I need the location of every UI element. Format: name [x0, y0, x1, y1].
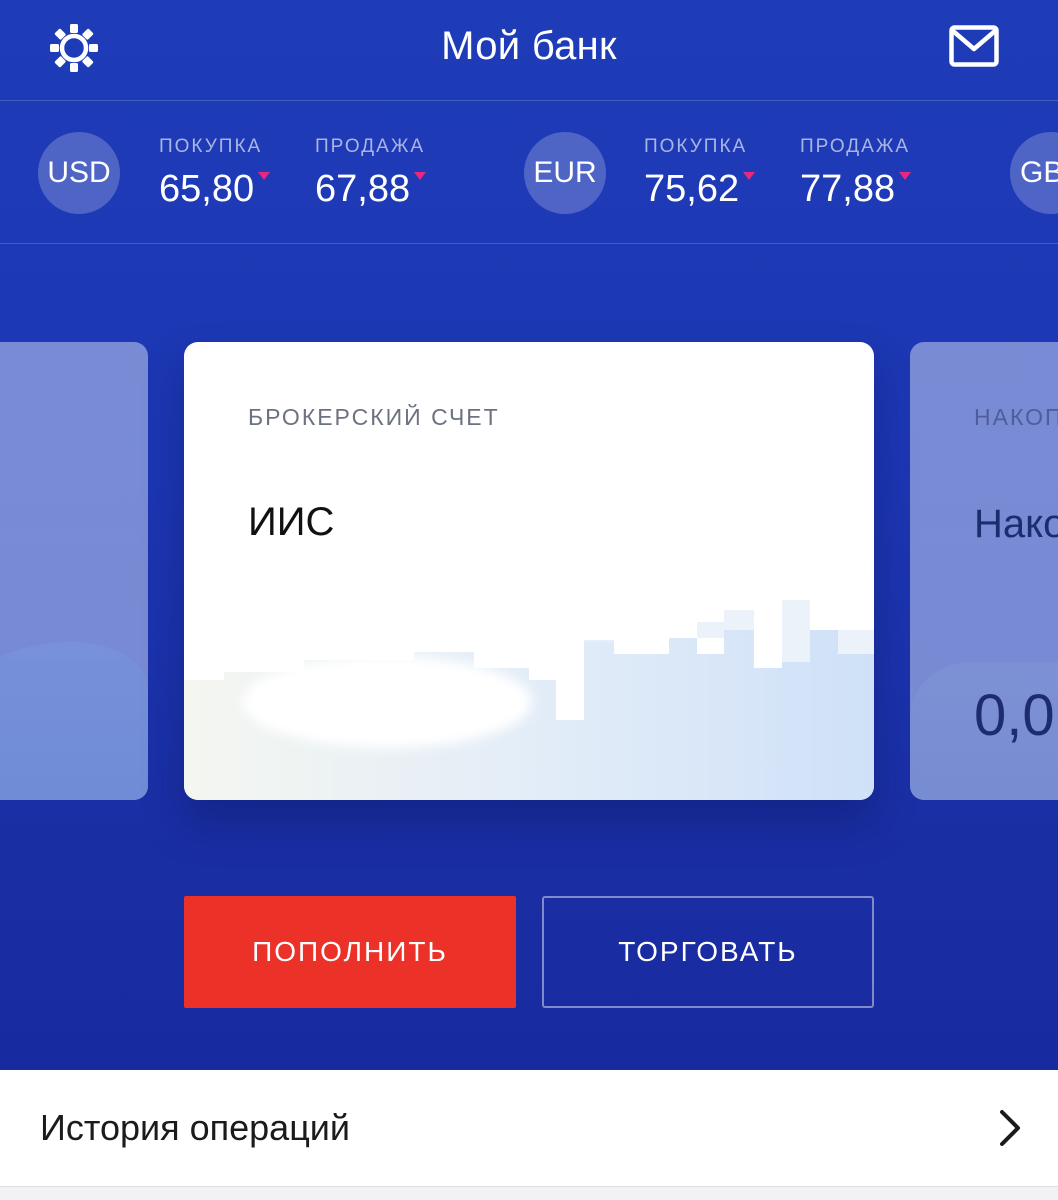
mail-icon — [949, 25, 999, 67]
account-name: ИИС — [248, 500, 335, 544]
trade-button[interactable]: ТОРГОВАТЬ — [542, 896, 874, 1008]
settings-button[interactable] — [46, 20, 102, 76]
buy-rate: 75,62 — [644, 168, 740, 210]
down-arrow-icon — [414, 172, 427, 180]
account-card-next[interactable]: НАКОП Нако 0,0( — [910, 342, 1058, 800]
sell-rate: 67,88 — [315, 168, 411, 210]
sell-label: ПРОДАЖА — [800, 136, 911, 157]
down-arrow-icon — [743, 172, 756, 180]
chevron-right-icon — [1000, 1110, 1020, 1146]
card-wave-decoration — [0, 642, 148, 800]
currency-badge-eur: EUR — [524, 132, 606, 214]
currency-rates[interactable]: USD ПОКУПКА 65,80 ПРОДАЖА 67,88 EUR ПОКУ… — [0, 101, 1058, 243]
rates-divider — [0, 243, 1058, 244]
messages-button[interactable] — [944, 20, 1004, 72]
sell-value: 77,88 — [800, 166, 912, 212]
account-type-label: БРОКЕРСКИЙ СЧЕТ — [248, 404, 500, 430]
currency-badge-gbp: GB — [1010, 132, 1058, 214]
history-label: История операций — [40, 1107, 351, 1148]
gear-icon — [50, 24, 98, 72]
header: Мой банк — [0, 0, 1058, 100]
eur-sell: ПРОДАЖА 77,88 — [800, 134, 912, 212]
main-screen: Мой банк USD ПОКУПКА 65,80 ПРОДАЖА 67,88… — [0, 0, 1058, 1070]
page-title: Мой банк — [441, 23, 617, 68]
account-card-brokerage[interactable]: БРОКЕРСКИЙ СЧЕТ ИИС — [184, 342, 874, 800]
down-arrow-icon — [258, 172, 271, 180]
account-type-label: НАКОП — [974, 404, 1058, 430]
sell-value: 67,88 — [315, 166, 427, 212]
usd-buy: ПОКУПКА 65,80 — [159, 134, 271, 212]
sell-label: ПРОДАЖА — [315, 136, 426, 157]
buy-rate: 65,80 — [159, 168, 255, 210]
account-name: Нако — [974, 502, 1058, 546]
buy-label: ПОКУПКА — [644, 136, 748, 157]
bottom-divider — [0, 1186, 1058, 1187]
redacted-amount — [242, 656, 532, 748]
account-card-previous[interactable] — [0, 342, 148, 800]
buy-label: ПОКУПКА — [159, 136, 263, 157]
usd-sell: ПРОДАЖА 67,88 — [315, 134, 427, 212]
account-balance: 0,0( — [974, 683, 1058, 748]
top-up-button[interactable]: ПОПОЛНИТЬ — [184, 896, 516, 1008]
buy-value: 65,80 — [159, 166, 271, 212]
sell-rate: 77,88 — [800, 168, 896, 210]
buy-value: 75,62 — [644, 166, 756, 212]
operations-history-row[interactable]: История операций — [0, 1070, 1058, 1186]
down-arrow-icon — [899, 172, 912, 180]
currency-badge-usd: USD — [38, 132, 120, 214]
eur-buy: ПОКУПКА 75,62 — [644, 134, 756, 212]
